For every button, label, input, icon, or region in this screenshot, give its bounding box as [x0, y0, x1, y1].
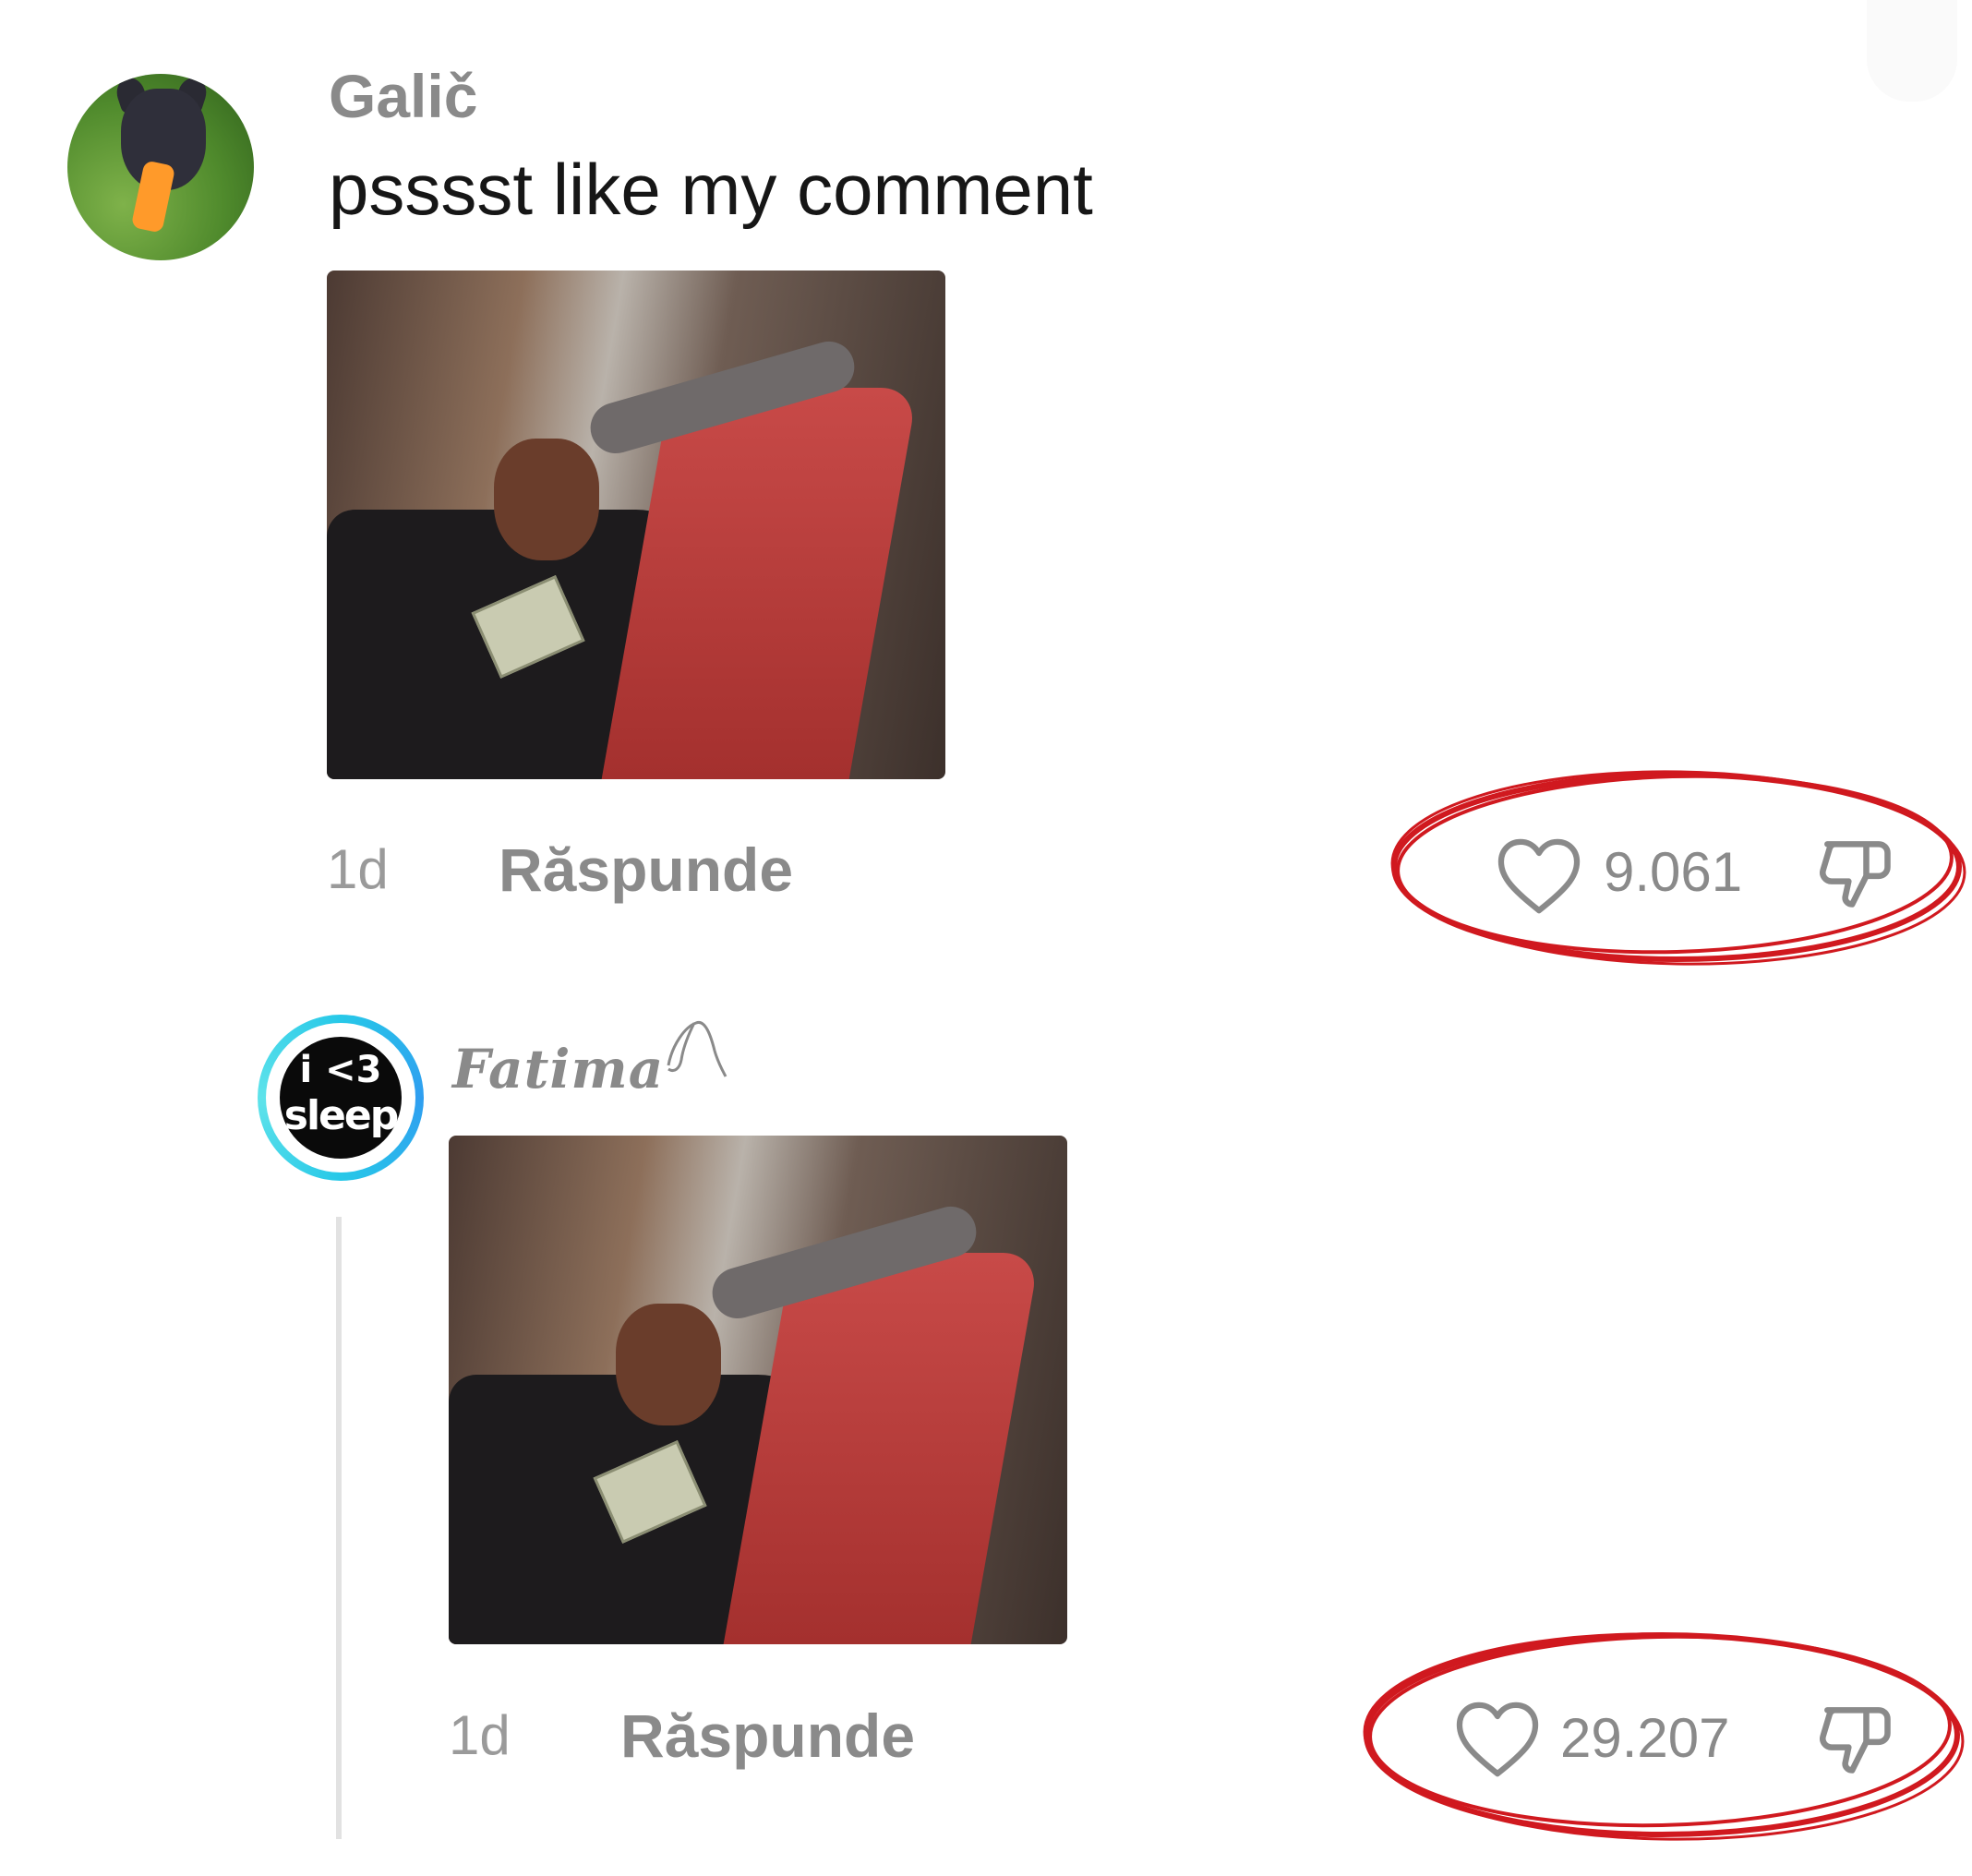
comment-text: psssst like my comment	[329, 149, 1093, 230]
hand	[615, 1303, 721, 1426]
avatar-galic[interactable]	[67, 74, 254, 260]
hand	[493, 438, 599, 561]
avatar-text-line-1: i <3	[299, 1049, 382, 1091]
scroll-indicator	[1867, 0, 1957, 102]
comment-image[interactable]	[327, 271, 945, 779]
avatar-inner: i <3 sleep	[266, 1023, 415, 1172]
reply-button[interactable]: Răspunde	[499, 835, 793, 905]
comment-username[interactable]: Galič	[329, 61, 477, 131]
comment-timestamp: 1d	[449, 1704, 511, 1766]
red-fabric	[601, 387, 919, 779]
comment-image[interactable]	[449, 1136, 1067, 1644]
avatar-disc: i <3 sleep	[280, 1037, 402, 1159]
comment-timestamp: 1d	[327, 838, 389, 900]
ribbon-icon	[667, 1020, 727, 1077]
comment-username[interactable]: Fatima	[452, 1038, 664, 1100]
thread-line	[336, 1217, 342, 1839]
avatar-fatima[interactable]: i <3 sleep	[258, 1015, 424, 1181]
avatar-text-line-2: sleep	[283, 1092, 399, 1139]
reply-button[interactable]: Răspunde	[620, 1701, 915, 1771]
red-hand-drawn-circle	[1363, 1632, 1965, 1841]
red-hand-drawn-circle	[1390, 770, 1966, 966]
red-fabric	[723, 1252, 1040, 1644]
